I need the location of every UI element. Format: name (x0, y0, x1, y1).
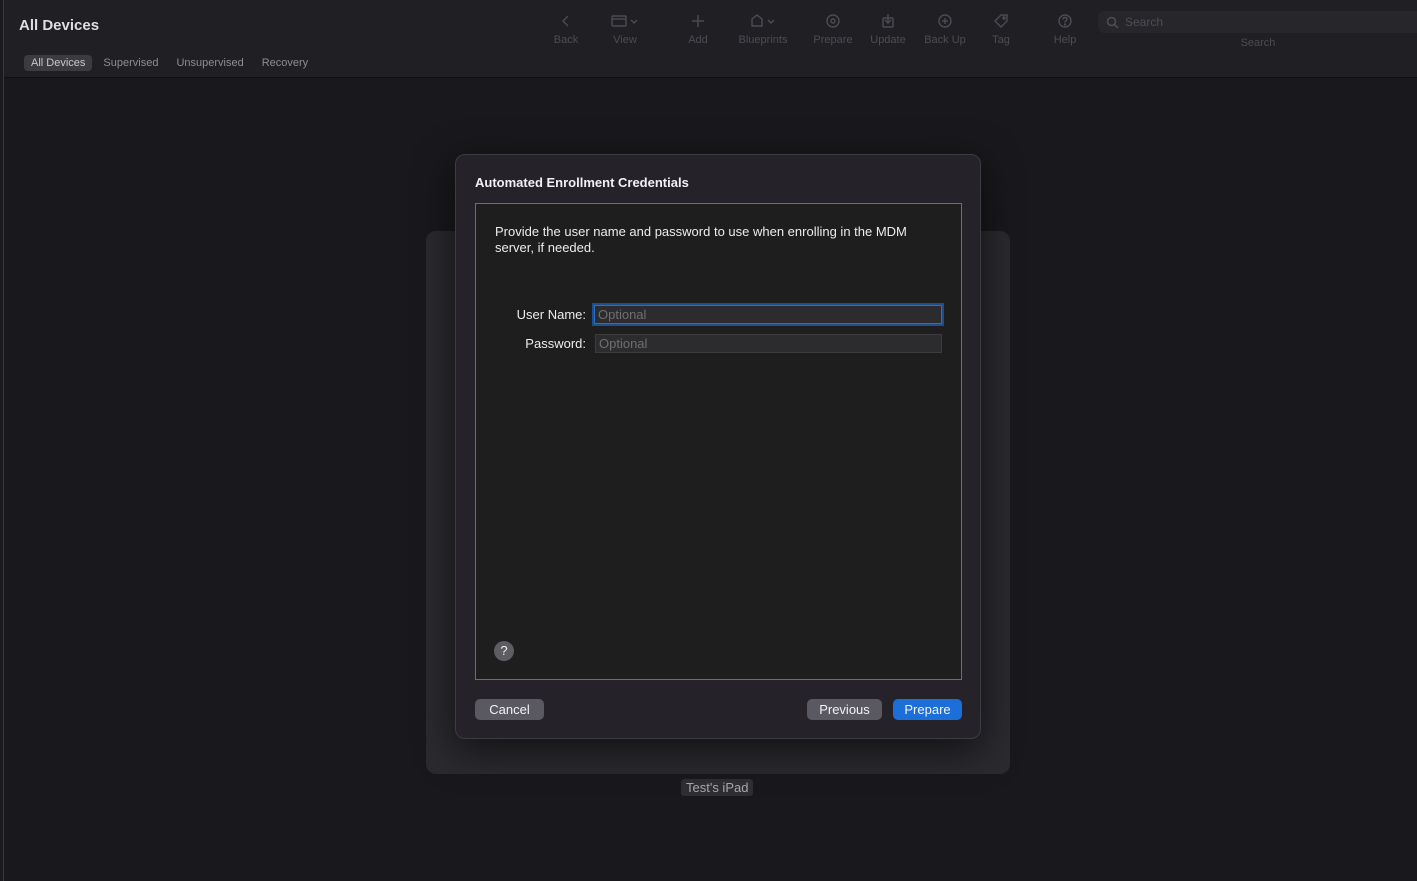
help-button[interactable]: ? (494, 641, 514, 661)
backup-icon (938, 14, 952, 28)
prepare-button[interactable]: Prepare (893, 699, 962, 720)
scope-bar: All Devices Supervised Unsupervised Reco… (24, 55, 315, 71)
scope-tab-all-devices[interactable]: All Devices (24, 55, 93, 71)
password-field[interactable] (595, 334, 942, 353)
scope-tab-recovery[interactable]: Recovery (255, 55, 315, 71)
tag-icon (994, 14, 1008, 28)
sheet-description: Provide the user name and password to us… (495, 224, 907, 255)
app-window: All Devices All Devices Supervised Unsup… (3, 0, 1417, 881)
chevron-left-icon (562, 15, 569, 27)
sheet-content-box: Provide the user name and password to us… (475, 203, 962, 680)
help-icon (1058, 14, 1072, 28)
plus-icon (692, 15, 704, 27)
sheet-title: Automated Enrollment Credentials (475, 175, 689, 190)
scope-tab-supervised[interactable]: Supervised (96, 55, 165, 71)
search-input[interactable] (1125, 15, 1385, 29)
previous-button[interactable]: Previous (807, 699, 882, 720)
window-title: All Devices (19, 17, 100, 34)
scope-tab-unsupervised[interactable]: Unsupervised (169, 55, 250, 71)
search-field[interactable] (1098, 11, 1417, 33)
toolbar-tag-label: Tag (992, 34, 1010, 46)
prepare-icon (826, 14, 840, 28)
device-name-label: Test's iPad (681, 779, 754, 796)
toolbar: All Devices All Devices Supervised Unsup… (4, 0, 1417, 78)
toolbar-blueprints-label: Blueprints (738, 34, 788, 46)
username-label: User Name: (516, 307, 586, 322)
update-icon (882, 14, 894, 28)
blueprints-icon (751, 14, 775, 27)
toolbar-add-label: Add (688, 34, 708, 46)
search-icon (1106, 16, 1119, 29)
cancel-button[interactable]: Cancel (475, 699, 544, 720)
toolbar-help-label: Help (1053, 34, 1077, 46)
search-caption: Search (1240, 37, 1276, 49)
toolbar-blueprints-button[interactable]: Blueprints (728, 10, 798, 46)
toolbar-tag-button[interactable]: Tag (966, 10, 1036, 46)
toolbar-add-button[interactable]: Add (663, 10, 733, 46)
password-label: Password: (525, 336, 586, 351)
toolbar-help-button[interactable]: Help (1030, 10, 1100, 46)
username-field[interactable] (594, 305, 942, 324)
enrollment-credentials-sheet: Automated Enrollment Credentials Provide… (455, 154, 981, 739)
view-icon (611, 15, 638, 27)
toolbar-view-label: View (613, 34, 637, 46)
toolbar-view-button[interactable]: View (590, 10, 660, 46)
